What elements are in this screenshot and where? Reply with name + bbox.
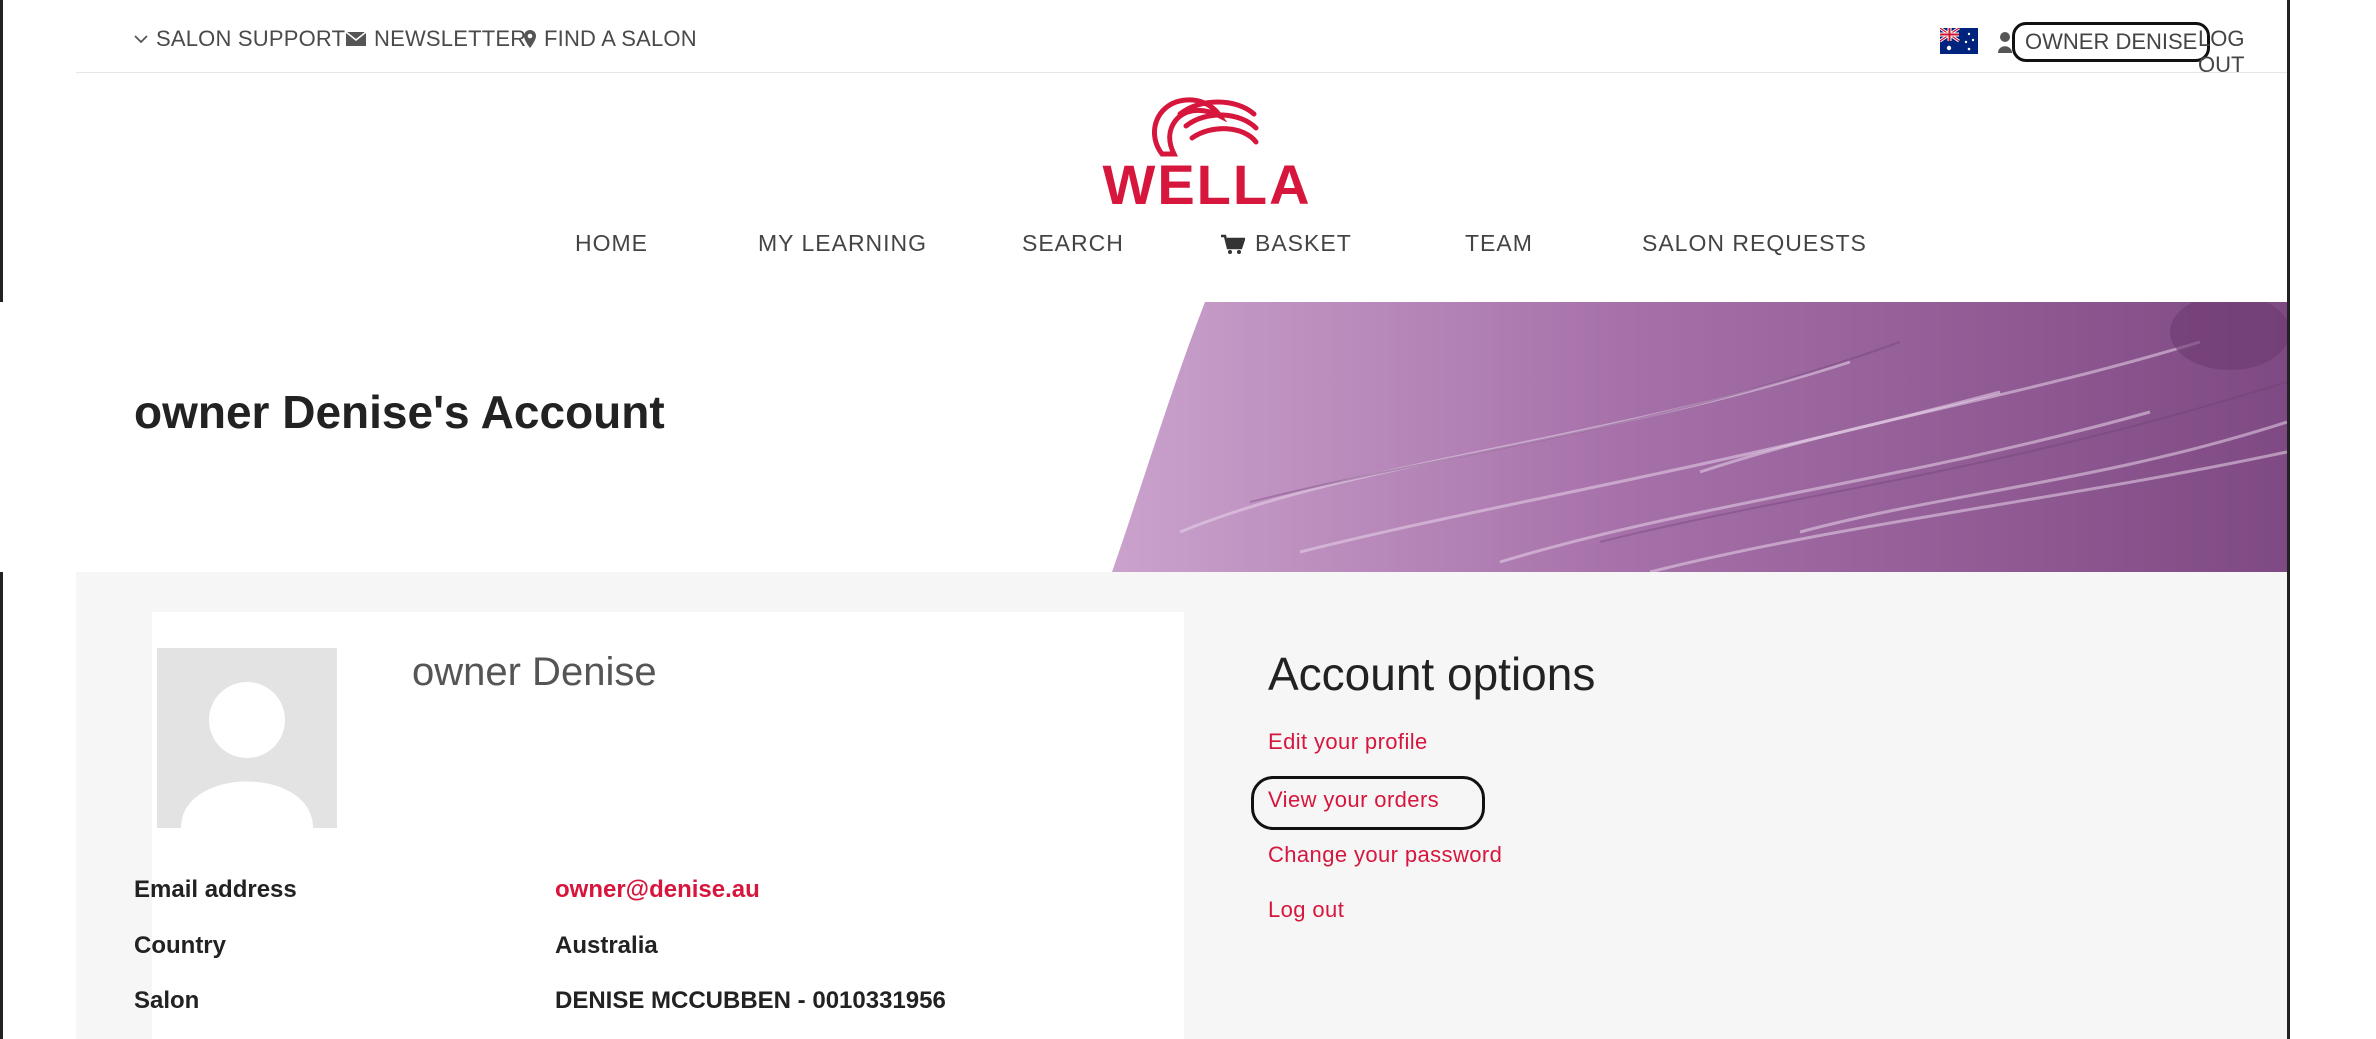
edit-profile-link[interactable]: Edit your profile [1268,729,1428,755]
nav-search[interactable]: SEARCH [1022,230,1124,257]
view-orders-link[interactable]: View your orders [1268,787,1439,813]
wella-logo-text: WELLA [1102,153,1312,216]
chevron-down-icon [134,35,148,44]
top-logout-link[interactable]: LOG OUT [2198,26,2287,78]
logout-option-link[interactable]: Log out [1268,897,1344,923]
nav-home[interactable]: HOME [575,230,648,257]
account-options-title: Account options [1268,648,1596,700]
newsletter-label: NEWSLETTER [374,26,527,51]
user-icon [1998,32,2012,53]
salon-label: Salon [134,987,200,1014]
window-border-right [2287,0,2290,1039]
salon-support-label: SALON SUPPORT [156,26,346,51]
profile-name: owner Denise [412,650,657,694]
map-pin-icon [524,30,536,48]
salon-support-link[interactable]: SALON SUPPORT [134,26,345,52]
change-password-link[interactable]: Change your password [1268,842,1502,868]
nav-my-learning[interactable]: MY LEARNING [758,230,927,257]
nav-team[interactable]: TEAM [1465,230,1533,257]
find-salon-label: FIND A SALON [544,26,697,51]
newsletter-link[interactable]: NEWSLETTER [346,26,526,52]
nav-salon-requests[interactable]: SALON REQUESTS [1642,230,1867,257]
avatar-placeholder-icon [181,682,313,828]
cart-icon [1221,234,1245,254]
header-divider [76,72,2287,73]
nav-basket-label: BASKET [1255,230,1352,256]
find-salon-link[interactable]: FIND A SALON [524,26,697,52]
page-title: owner Denise's Account [134,386,665,438]
account-user-link[interactable]: OWNER DENISE [2012,22,2211,62]
top-utility-bar: SALON SUPPORT NEWSLETTER FIND A SALON OW… [0,0,2287,77]
email-label: Email address [134,876,297,903]
avatar [157,648,337,828]
email-value[interactable]: owner@denise.au [555,876,760,904]
country-label: Country [134,932,226,959]
salon-value: DENISE MCCUBBEN - 0010331956 [555,987,946,1014]
australia-flag-icon[interactable] [1940,28,1978,54]
country-value: Australia [555,932,658,959]
envelope-icon [346,32,366,46]
nav-basket[interactable]: BASKET [1221,230,1352,257]
